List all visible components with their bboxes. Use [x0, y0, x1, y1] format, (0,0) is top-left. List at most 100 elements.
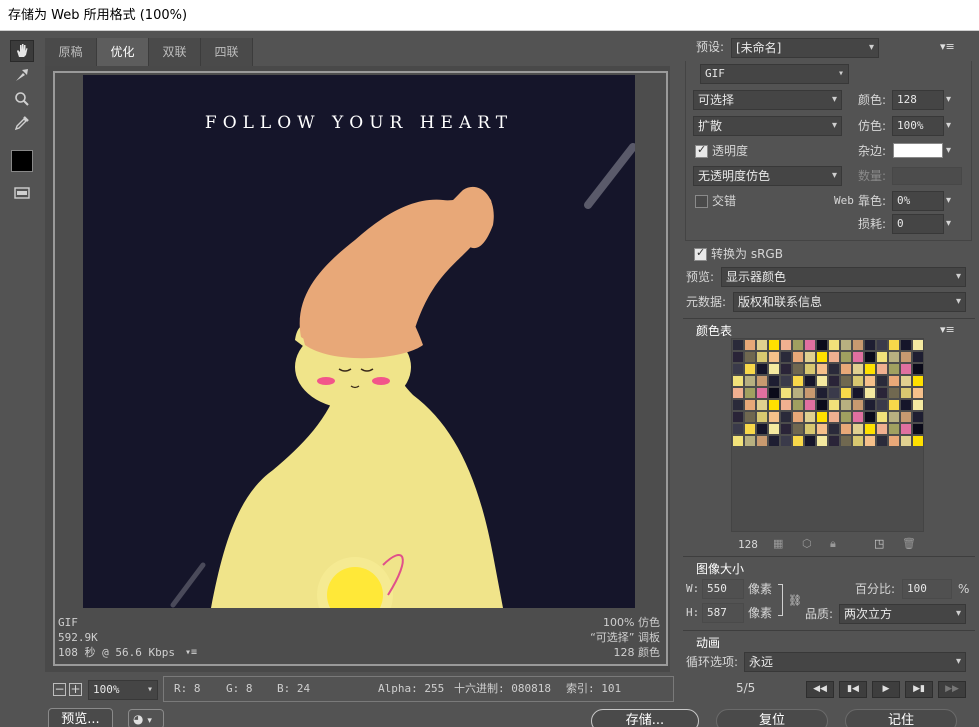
color-swatch[interactable] — [865, 388, 875, 398]
file-format-select[interactable]: GIF ▾ — [700, 64, 849, 84]
color-swatch[interactable] — [817, 412, 827, 422]
color-swatch[interactable] — [817, 364, 827, 374]
previous-frame-button[interactable]: ▮◀ — [839, 681, 867, 698]
color-swatch[interactable] — [841, 424, 851, 434]
color-swatch[interactable] — [829, 340, 839, 350]
convert-srgb-checkbox[interactable] — [694, 246, 707, 261]
color-swatch[interactable] — [841, 412, 851, 422]
lock-color-icon[interactable]: 🔒︎ — [830, 537, 836, 551]
color-swatch[interactable] — [745, 364, 755, 374]
color-table-grid[interactable] — [731, 338, 924, 532]
color-swatch[interactable] — [901, 424, 911, 434]
width-input[interactable]: 550 — [702, 579, 744, 599]
eyedropper-tool-icon[interactable] — [10, 112, 34, 134]
color-swatch[interactable] — [829, 400, 839, 410]
chevron-down-icon[interactable]: ▾ — [946, 94, 951, 105]
hand-tool-icon[interactable] — [10, 40, 34, 62]
chevron-down-icon[interactable]: ▾ — [946, 218, 951, 229]
interlaced-checkbox[interactable] — [695, 195, 708, 208]
web-snap-input[interactable]: 0% — [892, 191, 944, 211]
color-swatch[interactable] — [913, 412, 923, 422]
color-swatch[interactable] — [853, 340, 863, 350]
percent-input[interactable]: 100 — [902, 579, 952, 599]
color-swatch[interactable] — [781, 424, 791, 434]
color-swatch[interactable] — [781, 436, 791, 446]
color-swatch[interactable] — [829, 424, 839, 434]
color-swatch[interactable] — [841, 376, 851, 386]
tab-original[interactable]: 原稿 — [45, 38, 97, 66]
color-swatch[interactable] — [781, 412, 791, 422]
map-to-web-icon[interactable]: ▦ — [773, 537, 783, 550]
color-swatch[interactable] — [913, 436, 923, 446]
color-swatch[interactable] — [769, 412, 779, 422]
color-swatch[interactable] — [913, 400, 923, 410]
color-swatch[interactable] — [781, 400, 791, 410]
color-swatch[interactable] — [781, 364, 791, 374]
tab-optimized[interactable]: 优化 — [97, 38, 149, 66]
color-swatch[interactable] — [877, 388, 887, 398]
transparency-dither-select[interactable]: 无透明度仿色 ▾ — [693, 166, 842, 186]
color-swatch[interactable] — [889, 364, 899, 374]
zoom-tool-icon[interactable] — [10, 88, 34, 110]
color-swatch[interactable] — [853, 352, 863, 362]
preview-select[interactable]: 显示器颜色 ▾ — [721, 267, 966, 287]
color-swatch[interactable] — [745, 388, 755, 398]
color-swatch[interactable] — [745, 436, 755, 446]
color-swatch[interactable] — [829, 388, 839, 398]
last-frame-button[interactable]: ▶▶ — [938, 681, 966, 698]
new-color-icon[interactable]: ◳ — [874, 537, 884, 550]
trash-icon[interactable]: 🗑︎ — [902, 537, 916, 550]
color-swatch[interactable] — [745, 412, 755, 422]
color-swatch[interactable] — [853, 436, 863, 446]
chevron-down-icon[interactable]: ▾ — [946, 120, 951, 131]
color-swatch[interactable] — [805, 364, 815, 374]
eyedropper-color-swatch[interactable] — [11, 150, 33, 172]
color-swatch[interactable] — [841, 436, 851, 446]
color-swatch[interactable] — [901, 364, 911, 374]
color-swatch[interactable] — [901, 436, 911, 446]
color-swatch[interactable] — [817, 352, 827, 362]
color-swatch[interactable] — [853, 412, 863, 422]
color-swatch[interactable] — [781, 340, 791, 350]
color-swatch[interactable] — [781, 388, 791, 398]
transparency-checkbox[interactable] — [695, 143, 708, 158]
color-swatch[interactable] — [733, 400, 743, 410]
color-swatch[interactable] — [877, 376, 887, 386]
color-swatch[interactable] — [913, 388, 923, 398]
color-swatch[interactable] — [757, 424, 767, 434]
color-swatch[interactable] — [913, 352, 923, 362]
colors-input[interactable]: 128 — [892, 90, 944, 110]
color-swatch[interactable] — [805, 436, 815, 446]
color-swatch[interactable] — [853, 424, 863, 434]
chevron-down-icon[interactable]: ▾ — [946, 195, 951, 206]
loop-options-select[interactable]: 永远 ▾ — [744, 652, 966, 672]
color-swatch[interactable] — [793, 364, 803, 374]
color-swatch[interactable] — [889, 376, 899, 386]
color-swatch[interactable] — [793, 412, 803, 422]
color-swatch[interactable] — [817, 400, 827, 410]
toggle-slices-icon[interactable] — [10, 182, 34, 204]
zoom-out-button[interactable]: − — [53, 683, 66, 696]
color-swatch[interactable] — [793, 400, 803, 410]
color-swatch[interactable] — [853, 364, 863, 374]
color-swatch[interactable] — [817, 340, 827, 350]
color-swatch[interactable] — [733, 388, 743, 398]
color-swatch[interactable] — [745, 376, 755, 386]
color-swatch[interactable] — [805, 376, 815, 386]
link-proportions-icon[interactable]: ⛓︎ — [788, 594, 802, 607]
color-swatch[interactable] — [733, 412, 743, 422]
color-swatch[interactable] — [757, 340, 767, 350]
color-swatch[interactable] — [865, 412, 875, 422]
color-swatch[interactable] — [805, 400, 815, 410]
lossy-input[interactable]: 0 — [892, 214, 944, 234]
color-swatch[interactable] — [805, 340, 815, 350]
color-swatch[interactable] — [733, 424, 743, 434]
color-swatch[interactable] — [841, 388, 851, 398]
color-swatch[interactable] — [889, 388, 899, 398]
color-swatch[interactable] — [745, 400, 755, 410]
color-swatch[interactable] — [901, 352, 911, 362]
color-swatch[interactable] — [865, 364, 875, 374]
color-swatch[interactable] — [757, 364, 767, 374]
slice-select-tool-icon[interactable] — [10, 64, 34, 86]
color-swatch[interactable] — [733, 376, 743, 386]
